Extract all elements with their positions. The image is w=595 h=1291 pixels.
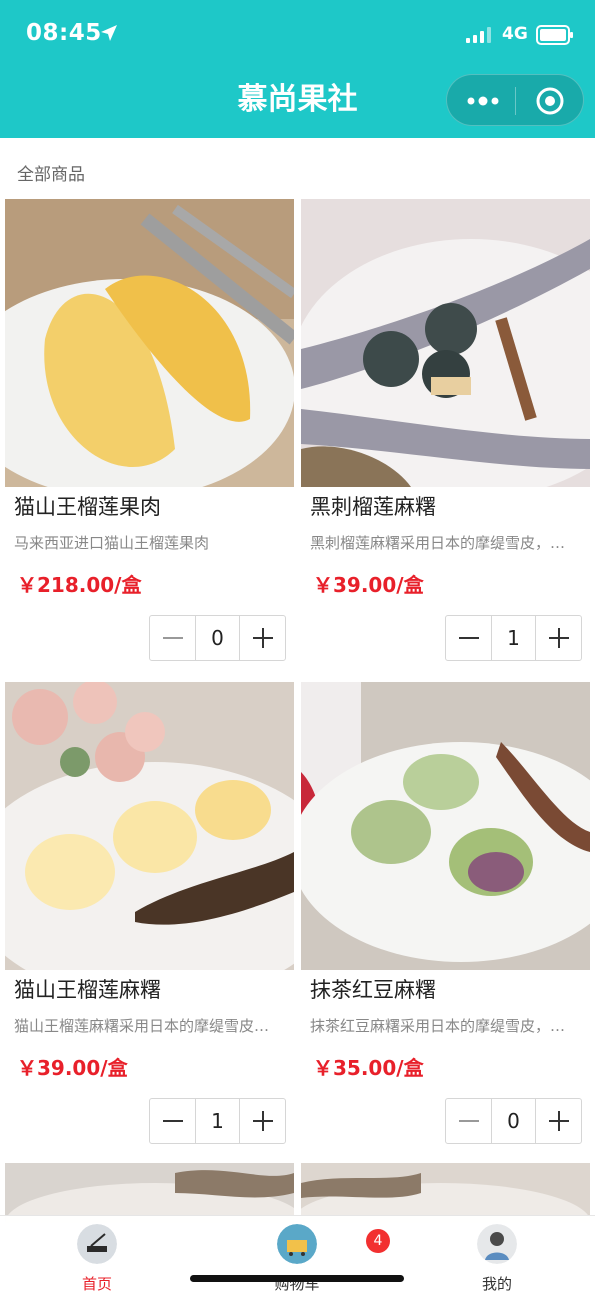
tab-home[interactable]: 首页 [37,1216,157,1291]
battery-icon [536,25,573,45]
product-image-musang-king-mochi[interactable] [5,682,294,970]
plus-icon [253,628,273,648]
quantity-stepper: 1 [445,615,582,661]
tab-label: 首页 [81,1275,112,1291]
quantity-stepper: 0 [445,1098,582,1144]
product-name[interactable]: 猫山王榴莲麻糬 [14,974,161,1004]
close-target-icon[interactable] [535,86,565,116]
increase-button[interactable] [536,1099,581,1143]
product-desc: 黑刺榴莲麻糬采用日本的摩缇雪皮，… [310,534,566,552]
decrease-button[interactable] [150,616,195,660]
product-image-peek[interactable] [301,1163,590,1223]
product-card[interactable]: 猫山王榴莲果肉 马来西亚进口猫山王榴莲果肉 ￥218.00/盒 0 [5,199,294,669]
product-desc: 抹茶红豆麻糬采用日本的摩缇雪皮，… [310,1017,566,1035]
cart-icon [277,1224,317,1264]
product-name[interactable]: 猫山王榴莲果肉 [14,491,161,521]
plus-icon [549,628,569,648]
product-card[interactable]: 猫山王榴莲麻糬 猫山王榴莲麻糬采用日本的摩缇雪皮… ￥39.00/盒 1 [5,682,294,1152]
cart-count-badge: 4 [366,1229,390,1253]
quantity-value[interactable]: 0 [195,616,240,660]
quantity-stepper: 1 [149,1098,286,1144]
product-price: ￥39.00/盒 [313,573,424,597]
quantity-value[interactable]: 1 [195,1099,240,1143]
decrease-button[interactable] [446,1099,491,1143]
product-image-matcha-redbean-mochi[interactable] [301,682,590,970]
product-price: ￥218.00/盒 [17,573,142,597]
minus-icon [163,1120,183,1122]
tab-mine[interactable]: 我的 [437,1216,557,1291]
product-price: ￥39.00/盒 [17,1056,128,1080]
miniprogram-capsule [446,74,584,126]
network-type: 4G [502,24,528,44]
tab-label: 我的 [481,1275,512,1291]
home-icon [77,1224,117,1264]
increase-button[interactable] [240,1099,285,1143]
product-desc: 猫山王榴莲麻糬采用日本的摩缇雪皮… [14,1017,270,1035]
minus-icon [459,637,479,639]
product-card[interactable]: 黑刺榴莲麻糬 黑刺榴莲麻糬采用日本的摩缇雪皮，… ￥39.00/盒 1 [301,199,590,669]
decrease-button[interactable] [150,1099,195,1143]
status-bar: 08:45 4G [0,0,595,70]
minus-icon [163,637,183,639]
plus-icon [253,1111,273,1131]
increase-button[interactable] [536,616,581,660]
section-label: 全部商品 [17,165,85,185]
quantity-stepper: 0 [149,615,286,661]
product-name[interactable]: 抹茶红豆麻糬 [310,974,436,1004]
decrease-button[interactable] [446,616,491,660]
more-dots-icon[interactable] [463,89,503,113]
plus-icon [549,1111,569,1131]
product-image-peek[interactable] [5,1163,294,1223]
home-indicator[interactable] [190,1275,404,1282]
product-name[interactable]: 黑刺榴莲麻糬 [310,491,436,521]
product-desc: 马来西亚进口猫山王榴莲果肉 [14,534,210,552]
product-image-black-thorn-mochi[interactable] [301,199,590,487]
top-bar: 08:45 4G 慕尚果社 [0,0,595,138]
minus-icon [459,1120,479,1122]
product-price: ￥35.00/盒 [313,1056,424,1080]
capsule-divider [515,87,516,115]
location-arrow-icon [101,25,117,41]
increase-button[interactable] [240,616,285,660]
profile-icon [477,1224,517,1264]
cellular-signal-icon [466,27,492,43]
quantity-value[interactable]: 0 [491,1099,536,1143]
quantity-value[interactable]: 1 [491,616,536,660]
status-time: 08:45 [26,20,102,46]
product-card[interactable]: 抹茶红豆麻糬 抹茶红豆麻糬采用日本的摩缇雪皮，… ￥35.00/盒 0 [301,682,590,1152]
product-image-durian-flesh[interactable] [5,199,294,487]
